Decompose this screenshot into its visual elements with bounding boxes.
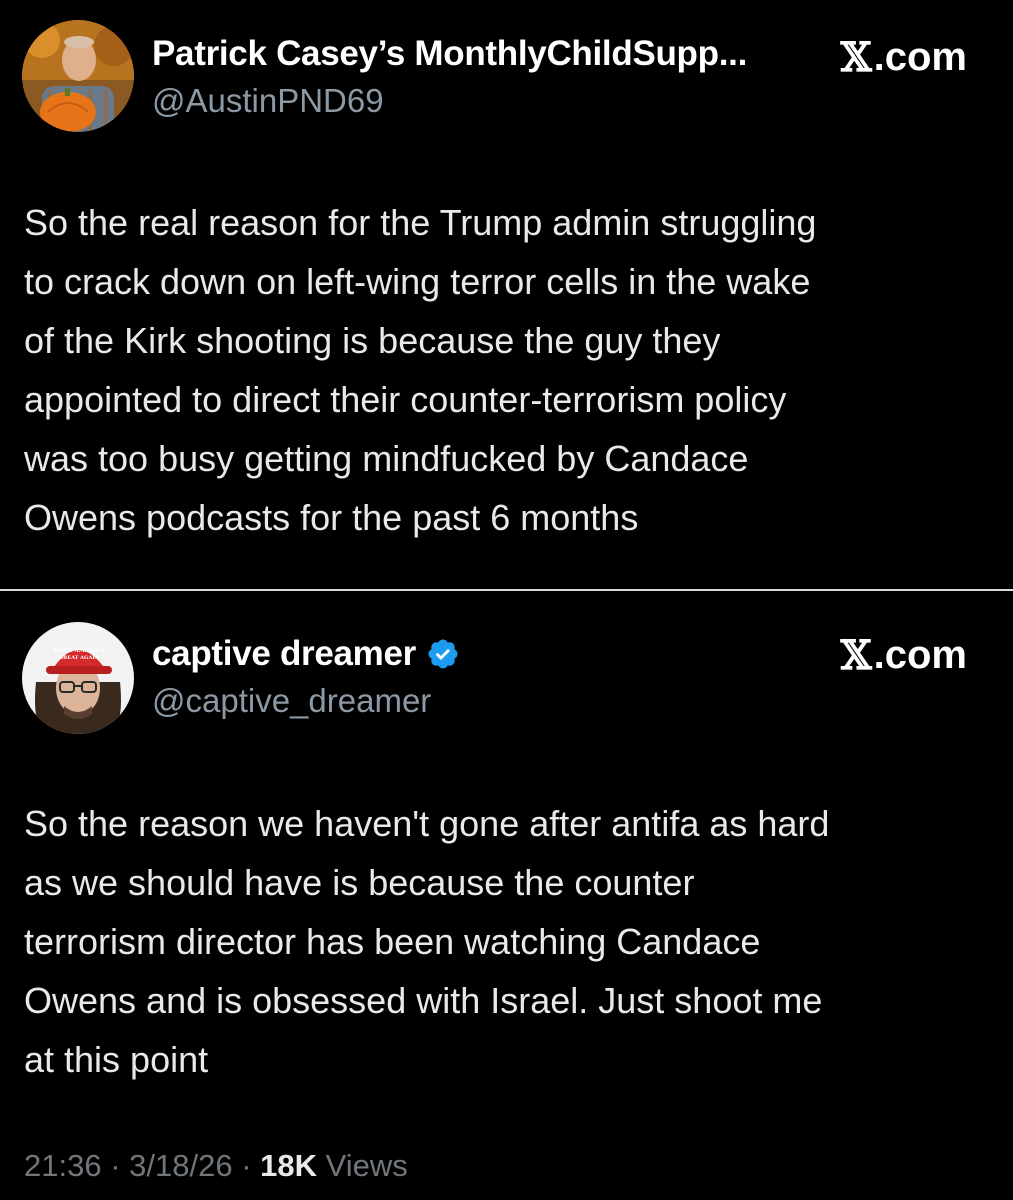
x-logo-icon: 𝕏 [840,632,872,679]
avatar-photo: MAKE AMERICA GREAT AGAIN [22,622,134,734]
source-label: .com [873,35,967,79]
handle[interactable]: @captive_dreamer [152,682,431,720]
hat-text-line-1: MAKE AMERICA [53,648,105,654]
quoted-tweet-2: MAKE AMERICA GREAT AGAIN captive dreamer… [0,592,1013,1200]
avatar-photo [22,20,134,132]
verified-badge-icon [428,639,458,669]
display-name[interactable]: Patrick Casey’s MonthlyChildSupp... [152,34,747,74]
source-link[interactable]: 𝕏 .com [841,632,967,679]
display-name[interactable]: captive dreamer [152,634,416,674]
avatar[interactable]: MAKE AMERICA GREAT AGAIN [22,622,134,734]
tweet-date[interactable]: 3/18/26 [129,1148,232,1183]
author-name-row: captive dreamer [152,634,460,674]
x-logo-icon: 𝕏 [840,34,872,81]
views-count[interactable]: 18K [260,1148,317,1183]
tweet-meta: 21:36 · 3/18/26 · 18K Views [24,1148,408,1184]
handle[interactable]: @AustinPND69 [152,82,384,120]
tweet-time[interactable]: 21:36 [24,1148,102,1183]
avatar[interactable] [22,20,134,132]
divider [0,589,1013,591]
quoted-tweet-1: Patrick Casey’s MonthlyChildSupp... @Aus… [0,0,1013,590]
hat-text-line-2: GREAT AGAIN [59,655,100,661]
source-label: .com [873,633,967,677]
views-label: Views [325,1148,408,1183]
source-link[interactable]: 𝕏 .com [841,34,967,81]
tweet-text: So the real reason for the Trump admin s… [24,202,817,538]
meta-separator: · [110,1148,121,1183]
meta-separator: · [241,1148,252,1183]
author-name-row: Patrick Casey’s MonthlyChildSupp... [152,34,747,74]
tweet-text: So the reason we haven't gone after anti… [24,803,830,1080]
